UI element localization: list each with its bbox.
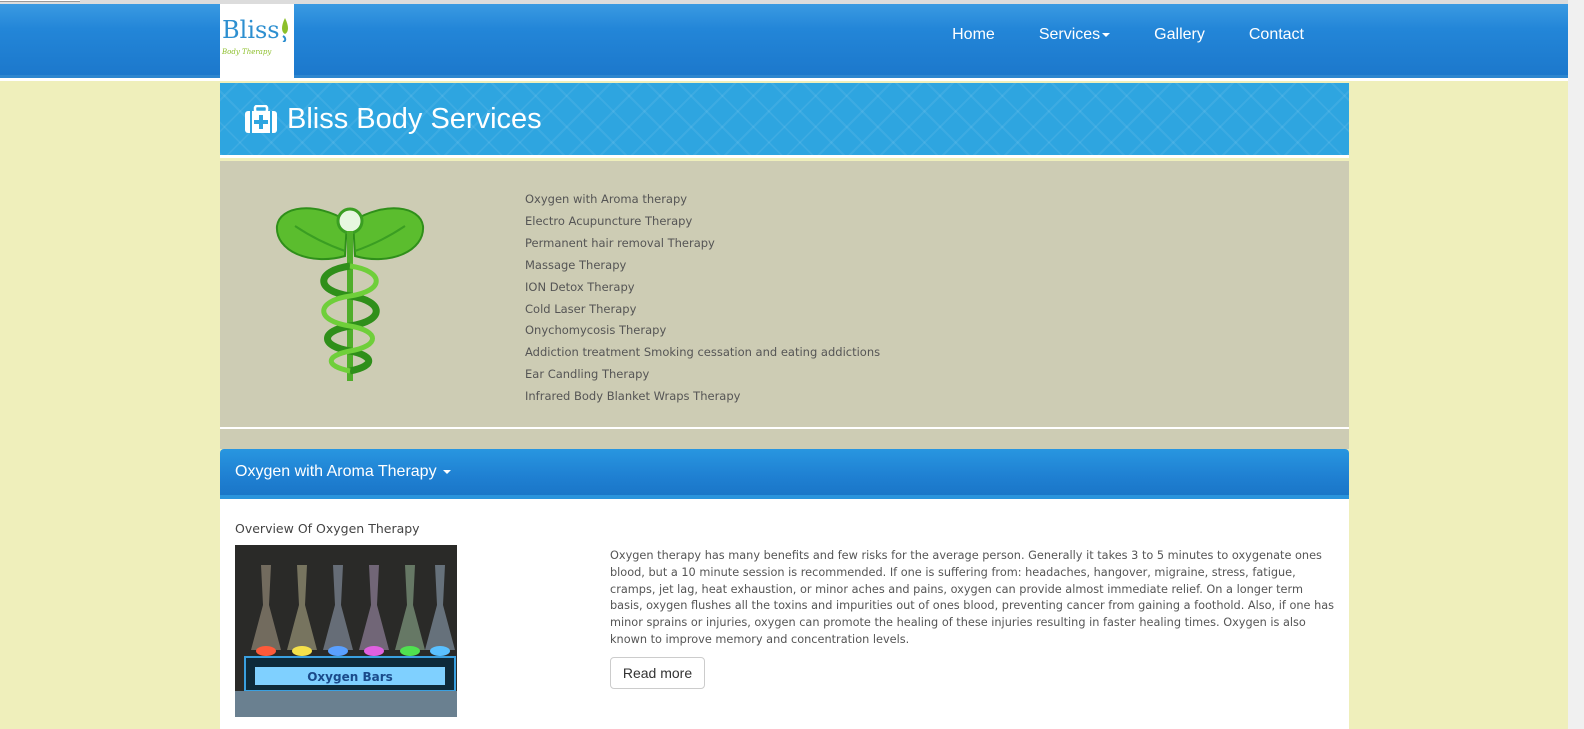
list-item[interactable]: Infrared Body Blanket Wraps Therapy — [525, 386, 880, 408]
overview-text: Oxygen therapy has many benefits and few… — [610, 549, 1335, 646]
read-more-button[interactable]: Read more — [610, 657, 705, 689]
logo-tagline: Body Therapy — [222, 48, 272, 56]
page-title: Bliss Body Services — [287, 102, 542, 135]
list-item[interactable]: Oxygen with Aroma therapy — [525, 189, 880, 211]
site-logo[interactable]: Bliss Body Therapy — [220, 4, 294, 78]
list-item[interactable]: Massage Therapy — [525, 255, 880, 277]
logo-word: Bliss — [222, 16, 280, 44]
nav-services[interactable]: Services — [1017, 26, 1132, 44]
caduceus-icon — [275, 207, 425, 381]
service-list: Oxygen with Aroma therapy Electro Acupun… — [525, 189, 880, 408]
nav-gallery[interactable]: Gallery — [1132, 26, 1227, 44]
main-container: Bliss Body Services Oxygen with Aroma th… — [220, 83, 1349, 729]
oxygen-section-toggle[interactable]: Oxygen with Aroma Therapy — [220, 449, 1349, 499]
oxygen-bars-photo: Oxygen Bars — [235, 545, 457, 717]
list-item[interactable]: Permanent hair removal Therapy — [525, 233, 880, 255]
logo-drop-icon — [282, 18, 288, 42]
section-title: Oxygen with Aroma Therapy — [235, 463, 437, 480]
scrollbar[interactable] — [1568, 0, 1584, 729]
nav-contact[interactable]: Contact — [1227, 26, 1326, 44]
services-panel: Oxygen with Aroma therapy Electro Acupun… — [220, 161, 1349, 429]
list-item[interactable]: Cold Laser Therapy — [525, 299, 880, 321]
navbar: Bliss Body Therapy Home Services Gallery… — [0, 4, 1568, 81]
chevron-down-icon — [442, 470, 451, 474]
list-item[interactable]: Addiction treatment Smoking cessation an… — [525, 342, 880, 364]
nav-home[interactable]: Home — [930, 26, 1017, 44]
main-nav: Home Services Gallery Contact — [930, 26, 1326, 44]
overview-title: Overview Of Oxygen Therapy — [235, 521, 420, 536]
oxygen-section-body: Overview Of Oxygen Therapy Oxygen Bars O… — [220, 499, 1349, 729]
list-item[interactable]: Electro Acupuncture Therapy — [525, 211, 880, 233]
panel-gap — [220, 429, 1349, 449]
chevron-down-icon — [1102, 33, 1111, 37]
oxygen-bars-label: Oxygen Bars — [307, 670, 393, 684]
list-item[interactable]: Ear Candling Therapy — [525, 364, 880, 386]
browser-tab-stub[interactable] — [0, 0, 80, 2]
nav-services-label: Services — [1038, 26, 1101, 43]
list-item[interactable]: Onychomycosis Therapy — [525, 320, 880, 342]
medkit-icon — [245, 105, 277, 133]
services-banner: Bliss Body Services — [220, 83, 1349, 158]
list-item[interactable]: ION Detox Therapy — [525, 277, 880, 299]
